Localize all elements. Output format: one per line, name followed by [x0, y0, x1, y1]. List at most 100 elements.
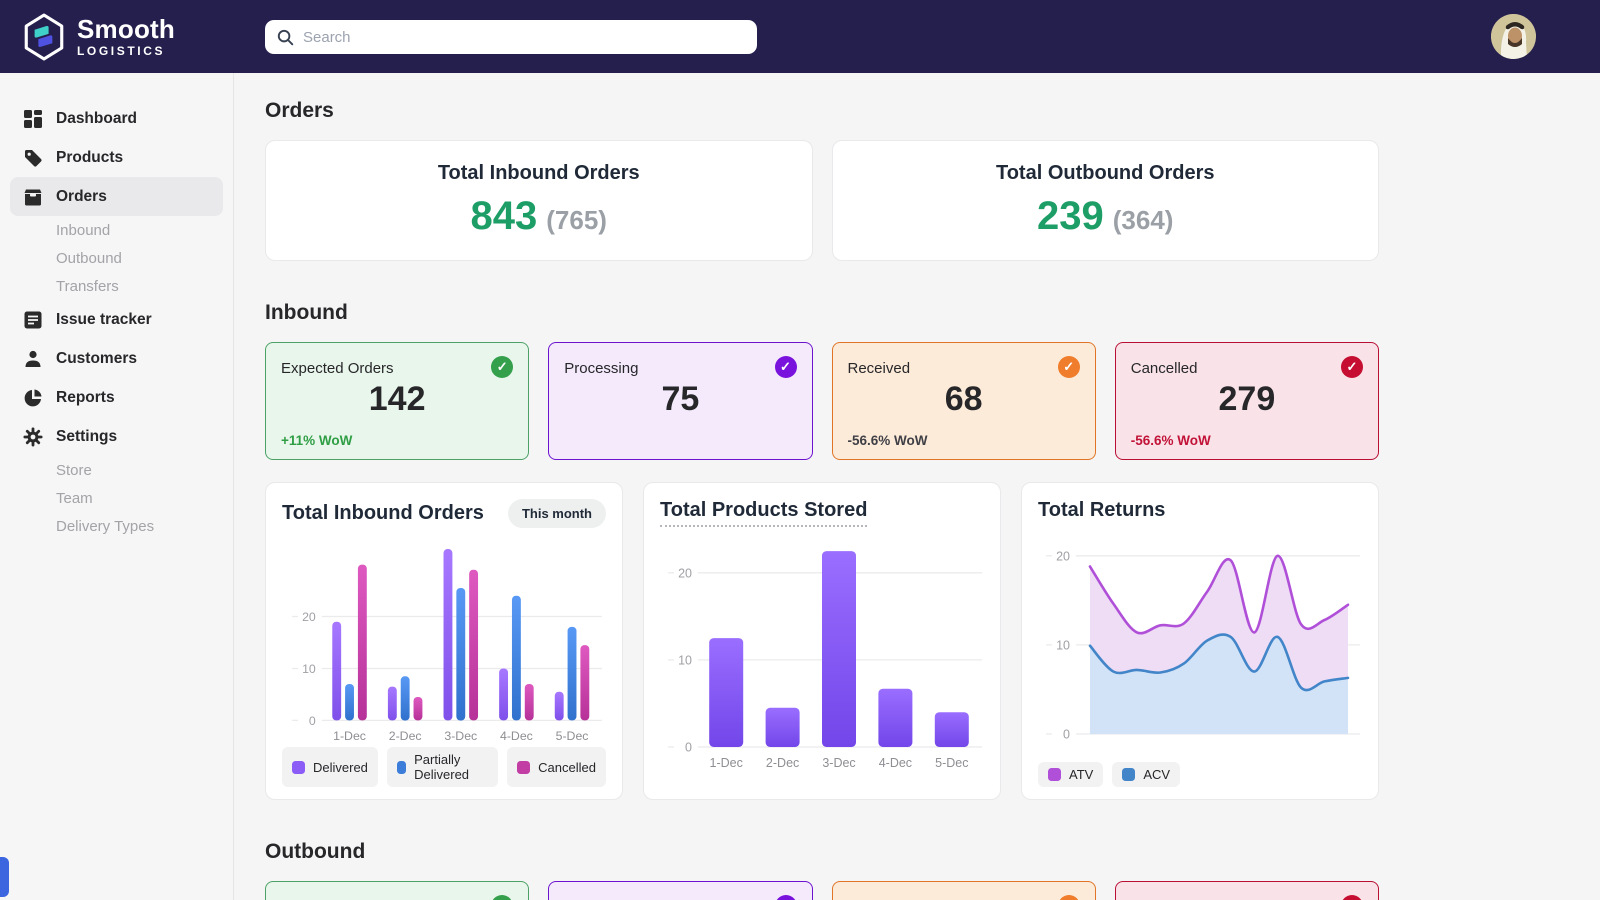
- brand-logo: Smooth LOGISTICS: [0, 13, 175, 61]
- status-card-label: Expected Orders: [281, 356, 394, 377]
- main-content: Orders Total Inbound Orders843(765)Total…: [234, 73, 1600, 900]
- time-filter-button[interactable]: This month: [508, 499, 606, 528]
- summary-card-value: 239: [1037, 194, 1104, 239]
- scrollbar-thumb[interactable]: [0, 857, 9, 897]
- search-icon: [277, 29, 294, 46]
- check-badge-icon: ✓: [1341, 895, 1363, 900]
- svg-text:5-Dec: 5-Dec: [935, 756, 968, 770]
- legend-swatch-icon: [397, 761, 406, 774]
- legend-label: Delivered: [313, 760, 368, 775]
- sidebar-subitem-delivery-types[interactable]: Delivery Types: [10, 512, 223, 540]
- svg-text:3-Dec: 3-Dec: [822, 756, 855, 770]
- legend-item-delivered[interactable]: Delivered: [282, 747, 378, 787]
- legend-item-partially-delivered[interactable]: Partially Delivered: [387, 747, 498, 787]
- section-title-orders: Orders: [265, 99, 1379, 123]
- status-card-red[interactable]: ✓: [1115, 881, 1379, 900]
- status-card-label: Received: [848, 356, 911, 377]
- sidebar-item-customers[interactable]: Customers: [10, 339, 223, 378]
- status-card-green[interactable]: ✓: [265, 881, 529, 900]
- legend-label: ACV: [1143, 767, 1170, 782]
- status-card-header: ✓: [1131, 895, 1363, 900]
- avatar[interactable]: [1491, 14, 1536, 59]
- sidebar-item-label: Transfers: [56, 278, 119, 295]
- sidebar-item-label: Settings: [56, 428, 117, 446]
- status-card-received[interactable]: Received✓68-56.6% WoW: [832, 342, 1096, 460]
- sidebar-item-dashboard[interactable]: Dashboard: [10, 99, 223, 138]
- sidebar-item-reports[interactable]: Reports: [10, 378, 223, 417]
- sidebar-item-issue-tracker[interactable]: Issue tracker: [10, 300, 223, 339]
- check-badge-icon: ✓: [775, 356, 797, 378]
- sidebar-subitem-inbound[interactable]: Inbound: [10, 216, 223, 244]
- brand-subtitle: LOGISTICS: [77, 44, 175, 58]
- sidebar-item-label: Inbound: [56, 222, 110, 239]
- svg-text:10: 10: [678, 653, 692, 667]
- section-title-outbound: Outbound: [265, 840, 1379, 864]
- status-card-header: ✓: [848, 895, 1080, 900]
- section-title-inbound: Inbound: [265, 301, 1379, 325]
- status-card-delta: -56.6% WoW: [1131, 433, 1211, 448]
- svg-text:2-Dec: 2-Dec: [389, 729, 422, 743]
- charts-row: Total Inbound OrdersThis month010201-Dec…: [265, 482, 1379, 800]
- legend-swatch-icon: [1122, 768, 1135, 781]
- search-bar[interactable]: [265, 20, 757, 54]
- chart-plot: 010201-Dec2-Dec3-Dec4-Dec5-Dec: [282, 532, 608, 747]
- sidebar-item-label: Reports: [56, 389, 115, 407]
- status-card-header: Expected Orders ✓: [281, 356, 513, 378]
- brand-hexagon-icon: [22, 13, 66, 61]
- summary-card-total-inbound-orders[interactable]: Total Inbound Orders843(765): [265, 140, 813, 261]
- summary-cards-row: Total Inbound Orders843(765)Total Outbou…: [265, 140, 1379, 261]
- status-card-expected-orders[interactable]: Expected Orders✓142+11% WoW: [265, 342, 529, 460]
- sidebar-subitem-transfers[interactable]: Transfers: [10, 272, 223, 300]
- check-badge-icon: ✓: [491, 895, 513, 900]
- chart-card-total-products-stored: Total Products Stored 0 10 20 1-Dec 2-Dec 3-De…: [643, 482, 1001, 800]
- user-photo-icon: [1491, 14, 1536, 59]
- svg-text:0: 0: [685, 741, 692, 755]
- chart-plot: 01020: [1038, 526, 1364, 744]
- svg-text:20: 20: [678, 566, 692, 580]
- sidebar-item-label: Products: [56, 149, 123, 167]
- legend-item-cancelled[interactable]: Cancelled: [507, 747, 606, 787]
- inbound-status-row: Expected Orders✓142+11% WoWProcessing✓75…: [265, 342, 1379, 460]
- sidebar-item-orders[interactable]: Orders: [10, 177, 223, 216]
- svg-text:2-Dec: 2-Dec: [766, 756, 799, 770]
- status-card-processing[interactable]: Processing✓75: [548, 342, 812, 460]
- list-icon: [23, 310, 43, 330]
- sidebar-subitem-outbound[interactable]: Outbound: [10, 244, 223, 272]
- chart-legend: ATV ACV: [1038, 762, 1362, 787]
- legend-item-atv[interactable]: ATV: [1038, 762, 1103, 787]
- chart-header: Total Products Stored: [660, 499, 984, 522]
- status-card-cancelled[interactable]: Cancelled✓279-56.6% WoW: [1115, 342, 1379, 460]
- search-input[interactable]: [303, 29, 745, 46]
- sidebar-item-label: Store: [56, 462, 92, 479]
- status-card-label: Processing: [564, 356, 638, 377]
- tag-icon: [23, 148, 43, 168]
- legend-item-acv[interactable]: ACV: [1112, 762, 1180, 787]
- summary-card-title: Total Inbound Orders: [438, 162, 640, 185]
- sidebar-subitem-store[interactable]: Store: [10, 456, 223, 484]
- sidebar: Dashboard Products Orders Inbound Outbound Tr…: [0, 73, 234, 900]
- status-card-value: 142: [281, 380, 513, 419]
- svg-text:1-Dec: 1-Dec: [710, 756, 743, 770]
- sidebar-item-products[interactable]: Products: [10, 138, 223, 177]
- summary-card-total-outbound-orders[interactable]: Total Outbound Orders239(364): [832, 140, 1380, 261]
- sidebar-item-settings[interactable]: Settings: [10, 417, 223, 456]
- svg-text:0: 0: [1063, 728, 1070, 742]
- check-badge-icon: ✓: [1058, 356, 1080, 378]
- package-icon: [23, 187, 43, 207]
- status-card-value: 279: [1131, 380, 1363, 419]
- status-card-orange[interactable]: ✓: [832, 881, 1096, 900]
- chart-title-text: Total Returns: [1038, 499, 1165, 521]
- svg-text:10: 10: [302, 662, 316, 676]
- legend-label: Partially Delivered: [414, 752, 488, 782]
- svg-text:5-Dec: 5-Dec: [556, 729, 589, 743]
- sidebar-item-label: Dashboard: [56, 110, 137, 128]
- check-badge-icon: ✓: [491, 356, 513, 378]
- sidebar-item-label: Customers: [56, 350, 137, 368]
- status-card-header: Processing ✓: [564, 356, 796, 378]
- summary-card-previous-value: (364): [1113, 205, 1174, 236]
- status-card-value: 68: [848, 380, 1080, 419]
- chart-title: Total Returns: [1038, 499, 1165, 522]
- status-card-purple[interactable]: ✓: [548, 881, 812, 900]
- sidebar-subitem-team[interactable]: Team: [10, 484, 223, 512]
- chart-title: Total Inbound Orders: [282, 502, 484, 525]
